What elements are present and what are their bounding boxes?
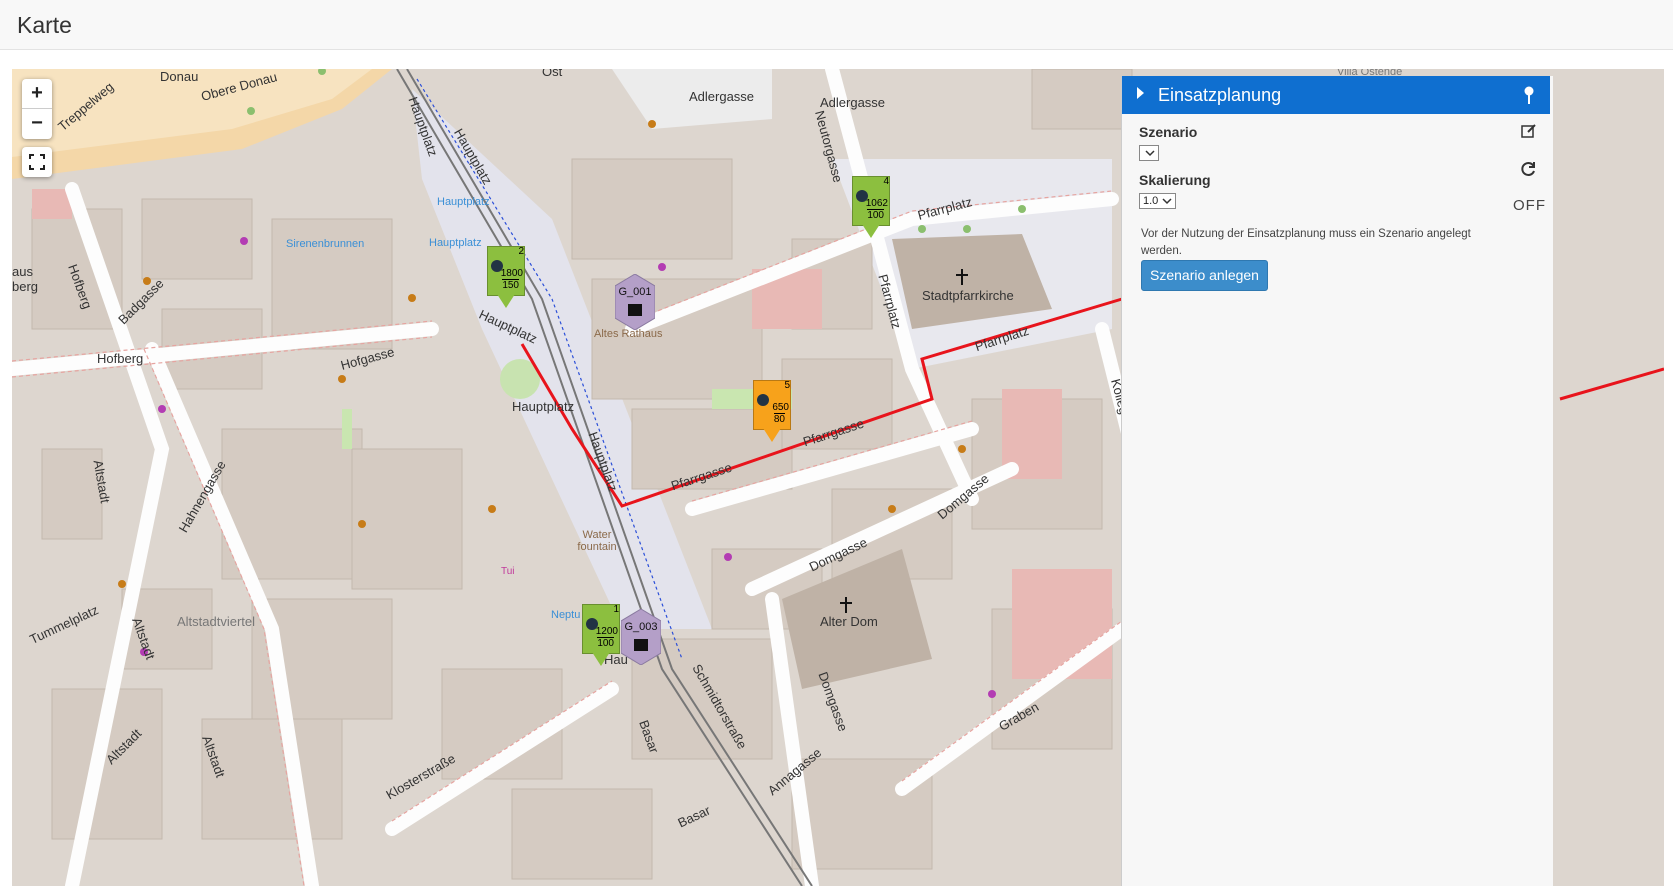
refresh-icon[interactable]: [1521, 161, 1537, 177]
edit-icon[interactable]: [1521, 123, 1537, 139]
map-label-hofberg-2: Hofberg: [97, 351, 144, 366]
chevron-down-icon: [1162, 198, 1172, 205]
map-label-sirenenbrunnen: Sirenenbrunnen: [286, 238, 365, 250]
map-group-g001[interactable]: G_001: [615, 274, 655, 330]
map-label-hauptplatz-6: Hauptplatz: [512, 399, 575, 414]
map-marker-3[interactable]: 5 650 80: [753, 380, 791, 442]
pin-icon[interactable]: [1524, 86, 1534, 104]
map-label-aus: aus: [12, 264, 33, 279]
create-scenario-button[interactable]: Szenario anlegen: [1141, 260, 1268, 291]
page-title: Karte: [17, 12, 72, 38]
map-marker-4[interactable]: 1 1200 100: [582, 604, 620, 666]
map-marker-2[interactable]: 4 1062 100: [852, 176, 890, 238]
zoom-out-button[interactable]: −: [22, 109, 52, 139]
map-label-donau: Donau: [160, 69, 199, 84]
map-label-neptun: Neptu: [551, 609, 581, 621]
fullscreen-icon: [29, 154, 45, 170]
skalierung-select[interactable]: 1.0: [1139, 193, 1176, 209]
expand-caret-icon[interactable]: [1137, 87, 1144, 99]
map-label-hauptplatz-3: Hauptplatz: [437, 196, 490, 208]
map-label-adlergasse-2: Adlergasse: [820, 95, 886, 110]
map-label-water-fountain: Water fountain: [577, 529, 617, 553]
house-icon: [634, 639, 648, 651]
scenario-hint-text: Vor der Nutzung der Einsatzplanung muss …: [1141, 228, 1471, 257]
map-label-hauptplatz-4: Hauptplatz: [429, 237, 482, 249]
map-label-altstadtviertel: Altstadtviertel: [177, 614, 256, 629]
map-label-ost: Ost: [542, 69, 563, 79]
map-label-tui: Tui: [501, 566, 515, 577]
map-label-adlergasse-1: Adlergasse: [689, 89, 755, 104]
map-label-berg: berg: [12, 279, 39, 294]
panel-title: Einsatzplanung: [1158, 85, 1282, 105]
toggle-state[interactable]: OFF: [1513, 197, 1546, 214]
map-label-alter-dom: Alter Dom: [820, 614, 878, 629]
panel-header[interactable]: Einsatzplanung: [1122, 76, 1550, 114]
map-group-g003[interactable]: G_003: [621, 609, 661, 665]
einsatzplanung-panel: Einsatzplanung Szenario Skalierung 1.0 V…: [1121, 76, 1553, 886]
marker-icon: [757, 394, 769, 406]
chevron-down-icon: [1145, 150, 1155, 157]
map-marker-1[interactable]: 2 1800 150: [487, 246, 525, 308]
page-header: Karte: [0, 0, 1673, 50]
zoom-in-button[interactable]: +: [22, 79, 52, 109]
fullscreen-button[interactable]: [22, 147, 52, 177]
szenario-select[interactable]: [1139, 145, 1159, 161]
map-label-stadtpfarrkirche: Stadtpfarrkirche: [922, 288, 1014, 303]
zoom-control: + −: [22, 79, 52, 139]
skalierung-label: Skalierung: [1139, 172, 1211, 188]
szenario-label: Szenario: [1139, 124, 1198, 140]
house-icon: [628, 304, 642, 316]
